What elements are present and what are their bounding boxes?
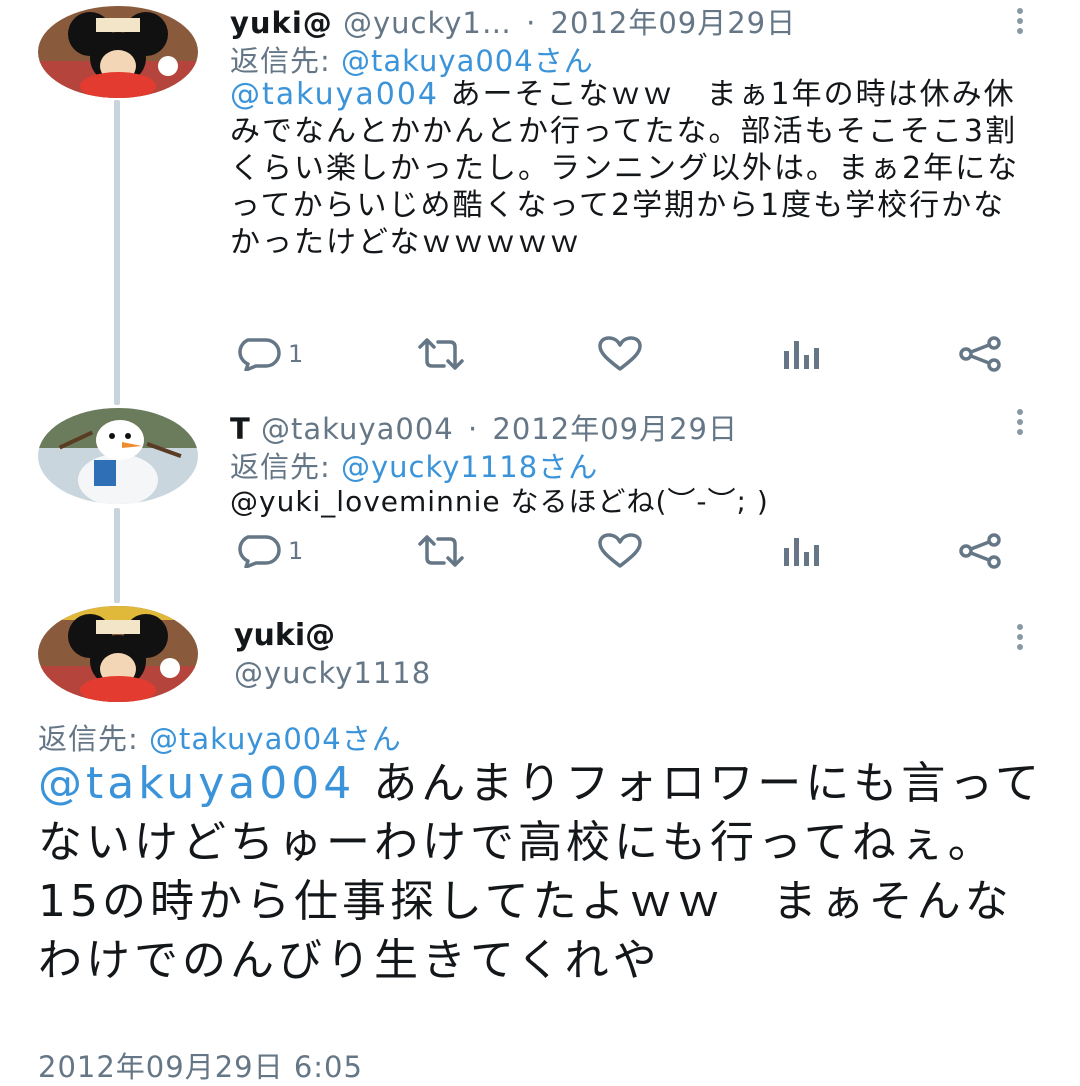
reply-button[interactable]: 1	[234, 531, 303, 571]
share-button[interactable]	[958, 334, 1002, 374]
display-name[interactable]: yuki@	[234, 618, 335, 653]
reply-icon	[238, 338, 281, 371]
tweet-header: yuki@ @yucky1… · 2012年09月29日	[230, 0, 796, 42]
reply-target-link[interactable]: @takuya004さん	[149, 722, 402, 756]
heart-icon	[598, 533, 642, 568]
reply-label: 返信先:	[38, 722, 139, 756]
share-icon	[959, 336, 1001, 372]
tweet-date[interactable]: 2012年09月29日	[492, 412, 738, 446]
thread-line	[114, 100, 120, 405]
tweet-actions: 1	[230, 334, 1020, 374]
minnie-avatar[interactable]	[38, 6, 198, 98]
tweet-actions: 1	[230, 531, 1020, 571]
olaf-avatar[interactable]	[38, 408, 198, 504]
reply-icon	[238, 535, 281, 568]
thread-line	[114, 508, 120, 603]
more-vertical-icon[interactable]	[1015, 409, 1025, 435]
reply-label: 返信先:	[230, 44, 331, 78]
reply-count: 1	[288, 537, 304, 565]
retweet-button[interactable]	[416, 334, 466, 374]
analytics-icon	[784, 538, 819, 566]
retweet-icon	[418, 535, 464, 567]
tweet-date[interactable]: 2012年09月29日	[551, 6, 797, 40]
reply-target-link[interactable]: @yucky1118さん	[341, 450, 598, 484]
tweet-header: T @takuya004 · 2012年09月29日	[230, 406, 738, 448]
retweet-button[interactable]	[416, 531, 466, 571]
more-vertical-icon[interactable]	[1015, 8, 1025, 34]
handle[interactable]: @takuya004	[261, 412, 454, 446]
heart-icon	[598, 336, 642, 371]
separator: ·	[467, 412, 479, 446]
handle[interactable]: @yucky1118	[234, 656, 431, 690]
reply-target-link[interactable]: @takuya004さん	[341, 44, 594, 78]
more-vertical-icon[interactable]	[1015, 624, 1025, 650]
display-name[interactable]: T	[230, 412, 251, 446]
mention-link[interactable]: @takuya004	[230, 77, 439, 112]
reply-to: 返信先: @takuya004さん	[38, 716, 402, 758]
reply-to: 返信先: @takuya004さん	[230, 38, 594, 80]
minnie-avatar[interactable]	[38, 606, 198, 702]
like-button[interactable]	[597, 531, 643, 571]
analytics-icon	[784, 341, 819, 369]
analytics-button[interactable]	[780, 531, 822, 571]
share-icon	[959, 533, 1001, 569]
handle[interactable]: @yucky1…	[343, 6, 512, 40]
reply-to: 返信先: @yucky1118さん	[230, 444, 598, 486]
like-button[interactable]	[597, 334, 643, 374]
reply-label: 返信先:	[230, 450, 331, 484]
analytics-button[interactable]	[780, 334, 822, 374]
separator: ·	[526, 6, 537, 40]
reply-count: 1	[288, 340, 304, 368]
mention-link[interactable]: @takuya004	[38, 758, 355, 809]
display-name[interactable]: yuki@	[230, 6, 333, 40]
tweet-text: @takuya004 あーそこなｗｗ まぁ1年の時は休み休みでなんとかかんとか行…	[230, 76, 1030, 261]
share-button[interactable]	[958, 531, 1002, 571]
tweet-text: @yuki_loveminnie なるほどね(︶-︶; )	[230, 485, 769, 518]
retweet-icon	[418, 338, 464, 370]
tweet-text: @takuya004 あんまりフォロワーにも言ってないけどちゅーわけで高校にも行…	[38, 754, 1048, 990]
reply-button[interactable]: 1	[234, 334, 303, 374]
